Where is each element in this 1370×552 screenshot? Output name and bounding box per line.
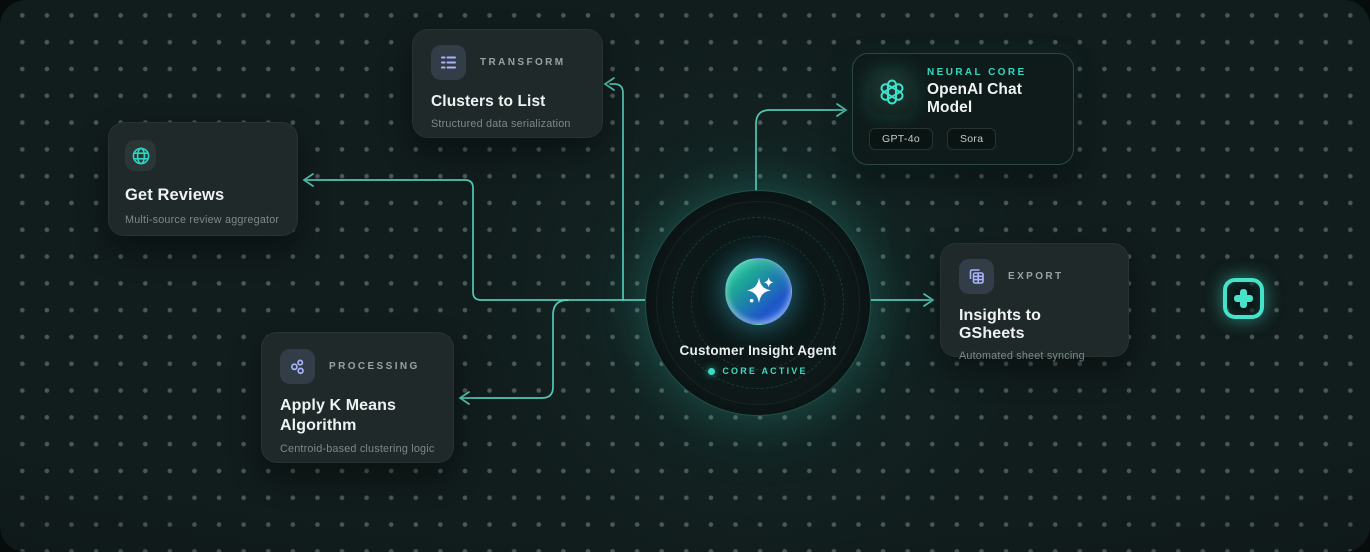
add-node-button[interactable] — [1223, 278, 1264, 319]
wire-agent-to-neural-core — [755, 109, 844, 192]
node-subtitle: Automated sheet syncing — [959, 350, 1085, 362]
node-title: Clusters to List — [431, 93, 546, 110]
model-tag-gpt4o: GPT-4o — [869, 128, 933, 150]
node-clusters-to-list[interactable]: TRANSFORM Clusters to List Structured da… — [412, 29, 603, 138]
list-icon — [431, 45, 466, 80]
node-category-label: TRANSFORM — [480, 57, 566, 68]
agent-core-orb — [725, 258, 792, 325]
arrowhead-neural-core — [836, 103, 848, 117]
node-category-label: NEURAL CORE — [927, 67, 1027, 78]
node-insights-to-gsheets[interactable]: EXPORT Insights to GSheets Automated she… — [940, 243, 1129, 362]
arrowhead-get-reviews — [302, 173, 314, 187]
node-openai-chat-model[interactable]: NEURAL CORE OpenAI Chat Model GPT-4o Sor… — [852, 53, 1074, 165]
model-tag-sora: Sora — [946, 128, 997, 150]
wire-agent-to-processing — [461, 299, 569, 399]
node-get-reviews[interactable]: Get Reviews Multi-source review aggregat… — [108, 122, 298, 236]
workflow-canvas[interactable]: Get Reviews Multi-source review aggregat… — [0, 0, 1370, 552]
node-category-label: EXPORT — [1008, 271, 1064, 282]
openai-icon — [869, 69, 914, 115]
globe-icon — [125, 140, 156, 171]
node-title: Insights to GSheets — [959, 307, 1041, 342]
agent-status-label: CORE ACTIVE — [722, 366, 808, 376]
agent-customer-insight[interactable]: Customer Insight Agent CORE ACTIVE — [645, 190, 871, 416]
node-category-label: PROCESSING — [329, 361, 420, 372]
node-apply-k-means[interactable]: PROCESSING Apply K Means Algorithm Centr… — [261, 332, 454, 463]
arrowhead-transform — [603, 77, 615, 91]
node-title: Get Reviews — [125, 186, 225, 204]
node-title: Apply K Means Algorithm — [280, 397, 396, 435]
agent-status-badge: CORE ACTIVE — [646, 366, 870, 376]
node-subtitle: Multi-source review aggregator — [125, 214, 280, 226]
spreadsheet-icon — [959, 259, 994, 294]
node-subtitle: Centroid-based clustering logic — [280, 442, 435, 455]
wire-agent-to-get-reviews — [304, 179, 653, 301]
arrowhead-export — [923, 293, 935, 307]
cluster-icon — [280, 349, 315, 384]
node-subtitle: Structured data serialization — [431, 118, 571, 130]
wire-agent-to-transform — [609, 83, 624, 301]
status-dot-icon — [708, 367, 716, 375]
arrowhead-processing — [458, 391, 470, 405]
agent-title: Customer Insight Agent — [679, 343, 837, 358]
plus-icon — [1234, 289, 1253, 308]
sparkle-icon — [746, 276, 774, 303]
node-title: OpenAI Chat Model — [927, 81, 1022, 116]
